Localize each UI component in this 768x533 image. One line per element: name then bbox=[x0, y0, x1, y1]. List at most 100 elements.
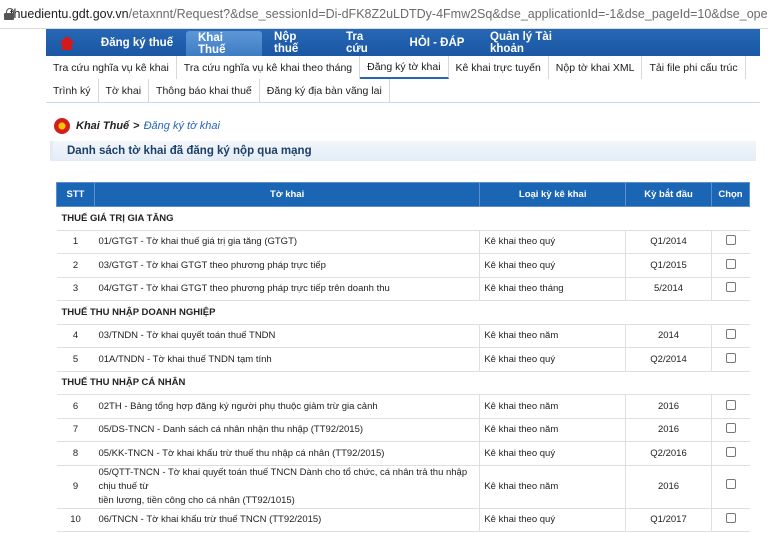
cell-name: 06/TNCN - Tờ khai khấu trừ thuế TNCN (TT… bbox=[94, 508, 481, 532]
select-checkbox[interactable] bbox=[725, 352, 736, 363]
select-checkbox[interactable] bbox=[725, 282, 736, 293]
cell-name: 03/TNDN - Tờ khai quyết toán thuế TNDN bbox=[94, 324, 481, 348]
cell-stt: 7 bbox=[56, 418, 95, 442]
select-checkbox[interactable] bbox=[725, 479, 736, 489]
table-row: 4 03/TNDN - Tờ khai quyết toán thuế TNDN… bbox=[56, 324, 750, 348]
cell-type: Kê khai theo năm bbox=[479, 465, 627, 509]
cell-name-line2: tiền lương, tiền công cho cá nhân (TT92/… bbox=[98, 494, 295, 506]
subnav-dang-ky-dia-ban[interactable]: Đăng ký địa bàn vãng lai bbox=[260, 79, 390, 102]
cell-stt: 1 bbox=[56, 230, 95, 254]
cell-type: Kê khai theo quý bbox=[479, 441, 627, 466]
cell-stt: 6 bbox=[56, 394, 95, 419]
cell-name: 05/KK-TNCN - Tờ khai khấu trừ thuế thu n… bbox=[94, 441, 481, 466]
cell-start: 2016 bbox=[625, 465, 712, 509]
table-row: 1 01/GTGT - Tờ khai thuế giá trị gia tăn… bbox=[56, 230, 750, 254]
main-nav-dang-ky-thue[interactable]: Đăng ký thuế bbox=[88, 29, 186, 56]
breadcrumb-current: Đăng ký tờ khai bbox=[143, 120, 220, 132]
cell-type: Kê khai theo quý bbox=[479, 230, 627, 254]
cell-start: Q1/2017 bbox=[625, 508, 712, 532]
cell-start: Q2/2016 bbox=[625, 441, 712, 466]
cell-type: Kê khai theo quý bbox=[479, 508, 627, 532]
group-title: THUẾ THU NHẬP DOANH NGHIỆP bbox=[56, 300, 750, 325]
main-nav-quan-ly-tai-khoan[interactable]: Quản lý Tài khoản bbox=[478, 29, 590, 56]
url-path: /etaxnnt/Request?&dse_sessionId=Di-dFK8Z… bbox=[128, 7, 768, 21]
cell-start: 2016 bbox=[625, 394, 712, 419]
cell-start: Q2/2014 bbox=[625, 347, 712, 372]
table-header-row: STT Tờ khai Loại kỳ kê khai Kỳ bắt đầu C… bbox=[56, 182, 751, 207]
table-row: 2 03/GTGT - Tờ khai GTGT theo phương phá… bbox=[56, 253, 750, 278]
cell-stt: 5 bbox=[56, 347, 95, 372]
main-nav-hoi-dap[interactable]: HỎI - ĐÁP bbox=[396, 29, 478, 56]
cell-stt: 10 bbox=[56, 508, 95, 532]
cell-name: 01/GTGT - Tờ khai thuế giá trị gia tăng … bbox=[94, 230, 481, 254]
declaration-table: STT Tờ khai Loại kỳ kê khai Kỳ bắt đầu C… bbox=[56, 182, 751, 532]
cell-name: 01A/TNDN - Tờ khai thuế TNDN tạm tính bbox=[94, 347, 481, 372]
emblem-icon bbox=[54, 118, 70, 134]
cell-name: 04/GTGT - Tờ khai GTGT theo phương pháp … bbox=[94, 277, 481, 301]
subnav-to-khai[interactable]: Tờ khai bbox=[99, 79, 150, 102]
cell-start: 5/2014 bbox=[625, 277, 712, 301]
subnav-thong-bao-khai-thue[interactable]: Thông báo khai thuế bbox=[149, 79, 260, 102]
subnav-tra-cuu-nghia-vu[interactable]: Tra cứu nghĩa vụ kê khai bbox=[46, 56, 177, 79]
cell-start: 2016 bbox=[625, 418, 712, 442]
home-icon bbox=[59, 35, 75, 50]
main-nav-nop-thue[interactable]: Nộp thuế bbox=[262, 29, 334, 56]
cell-type: Kê khai theo năm bbox=[479, 324, 627, 348]
table-row: 6 02TH - Bảng tổng hợp đăng ký người phụ… bbox=[56, 394, 750, 419]
page-frame: Đăng ký thuế Khai Thuế Nộp thuế Tra cứu … bbox=[46, 29, 760, 533]
table-row: 8 05/KK-TNCN - Tờ khai khấu trừ thuế thu… bbox=[56, 441, 750, 466]
cell-type: Kê khai theo quý bbox=[479, 253, 627, 278]
cell-stt: 8 bbox=[56, 441, 95, 466]
cell-stt: 4 bbox=[56, 324, 95, 348]
url-host: thuedientu.gdt.gov.vn bbox=[10, 7, 129, 21]
select-checkbox[interactable] bbox=[725, 258, 736, 269]
cell-start: Q1/2015 bbox=[625, 253, 712, 278]
select-checkbox[interactable] bbox=[725, 423, 736, 434]
cell-type: Kê khai theo quý bbox=[479, 347, 627, 372]
group-title: THUẾ THU NHẬP CÁ NHÂN bbox=[56, 371, 750, 395]
select-checkbox[interactable] bbox=[725, 329, 736, 340]
subnav-nop-to-khai-xml[interactable]: Nộp tờ khai XML bbox=[549, 56, 643, 79]
breadcrumb: Khai Thuế > Đăng ký tờ khai bbox=[46, 115, 760, 137]
cell-type: Kê khai theo tháng bbox=[479, 277, 627, 301]
cell-name: 03/GTGT - Tờ khai GTGT theo phương pháp … bbox=[94, 253, 481, 278]
select-checkbox[interactable] bbox=[725, 235, 736, 246]
table-row: 7 05/DS-TNCN - Danh sách cá nhân nhận th… bbox=[56, 418, 750, 442]
subnav-trinh-ky[interactable]: Trình ký bbox=[46, 79, 99, 102]
subnav-tai-file-phi-cau-truc[interactable]: Tải file phi cấu trúc bbox=[642, 56, 746, 79]
subnav-dang-ky-to-khai[interactable]: Đăng ký tờ khai bbox=[360, 56, 449, 79]
header-type: Loại kỳ kê khai bbox=[479, 182, 627, 207]
home-button[interactable] bbox=[46, 29, 88, 56]
cell-start: Q1/2014 bbox=[625, 230, 712, 254]
cell-type: Kê khai theo năm bbox=[479, 418, 627, 442]
subnav-tra-cuu-nghia-vu-thang[interactable]: Tra cứu nghĩa vụ kê khai theo tháng bbox=[177, 56, 361, 79]
header-name: Tờ khai bbox=[93, 182, 481, 207]
subnav-ke-khai-truc-tuyen[interactable]: Kê khai trực tuyến bbox=[449, 56, 549, 79]
table-row: 10 06/TNCN - Tờ khai khấu trừ thuế TNCN … bbox=[56, 508, 750, 532]
table-row: 3 04/GTGT - Tờ khai GTGT theo phương phá… bbox=[56, 277, 750, 301]
cell-stt: 9 bbox=[56, 465, 95, 509]
cell-type: Kê khai theo năm bbox=[479, 394, 627, 419]
select-checkbox[interactable] bbox=[725, 513, 736, 524]
address-bar[interactable]: thuedientu.gdt.gov.vn/etaxnnt/Request?&d… bbox=[0, 0, 768, 29]
cell-name-line1: 05/QTT-TNCN - Tờ khai quyết toán thuế TN… bbox=[98, 466, 468, 492]
group-row: THUẾ THU NHẬP DOANH NGHIỆP bbox=[56, 300, 750, 325]
table-row: 5 01A/TNDN - Tờ khai thuế TNDN tạm tính … bbox=[56, 347, 750, 372]
cell-name: 05/QTT-TNCN - Tờ khai quyết toán thuế TN… bbox=[94, 465, 481, 509]
main-nav-tra-cuu[interactable]: Tra cứu bbox=[334, 29, 396, 56]
page-title: Danh sách tờ khai đã đăng ký nộp qua mạn… bbox=[50, 141, 756, 161]
group-row: THUẾ THU NHẬP CÁ NHÂN bbox=[56, 371, 750, 395]
main-nav-khai-thue[interactable]: Khai Thuế bbox=[186, 31, 262, 56]
breadcrumb-separator: > bbox=[133, 120, 140, 132]
header-stt: STT bbox=[56, 182, 95, 207]
sub-nav: Tra cứu nghĩa vụ kê khai Tra cứu nghĩa v… bbox=[46, 56, 760, 103]
header-start: Kỳ bắt đầu bbox=[625, 182, 712, 207]
header-select: Chọn bbox=[710, 182, 751, 207]
table-row: 9 05/QTT-TNCN - Tờ khai quyết toán thuế … bbox=[56, 465, 750, 509]
cell-name: 02TH - Bảng tổng hợp đăng ký người phụ t… bbox=[94, 394, 481, 419]
cell-start: 2014 bbox=[625, 324, 712, 348]
cell-name: 05/DS-TNCN - Danh sách cá nhân nhận thu … bbox=[94, 418, 481, 442]
select-checkbox[interactable] bbox=[725, 446, 736, 457]
breadcrumb-main[interactable]: Khai Thuế bbox=[76, 120, 129, 132]
select-checkbox[interactable] bbox=[725, 399, 736, 410]
